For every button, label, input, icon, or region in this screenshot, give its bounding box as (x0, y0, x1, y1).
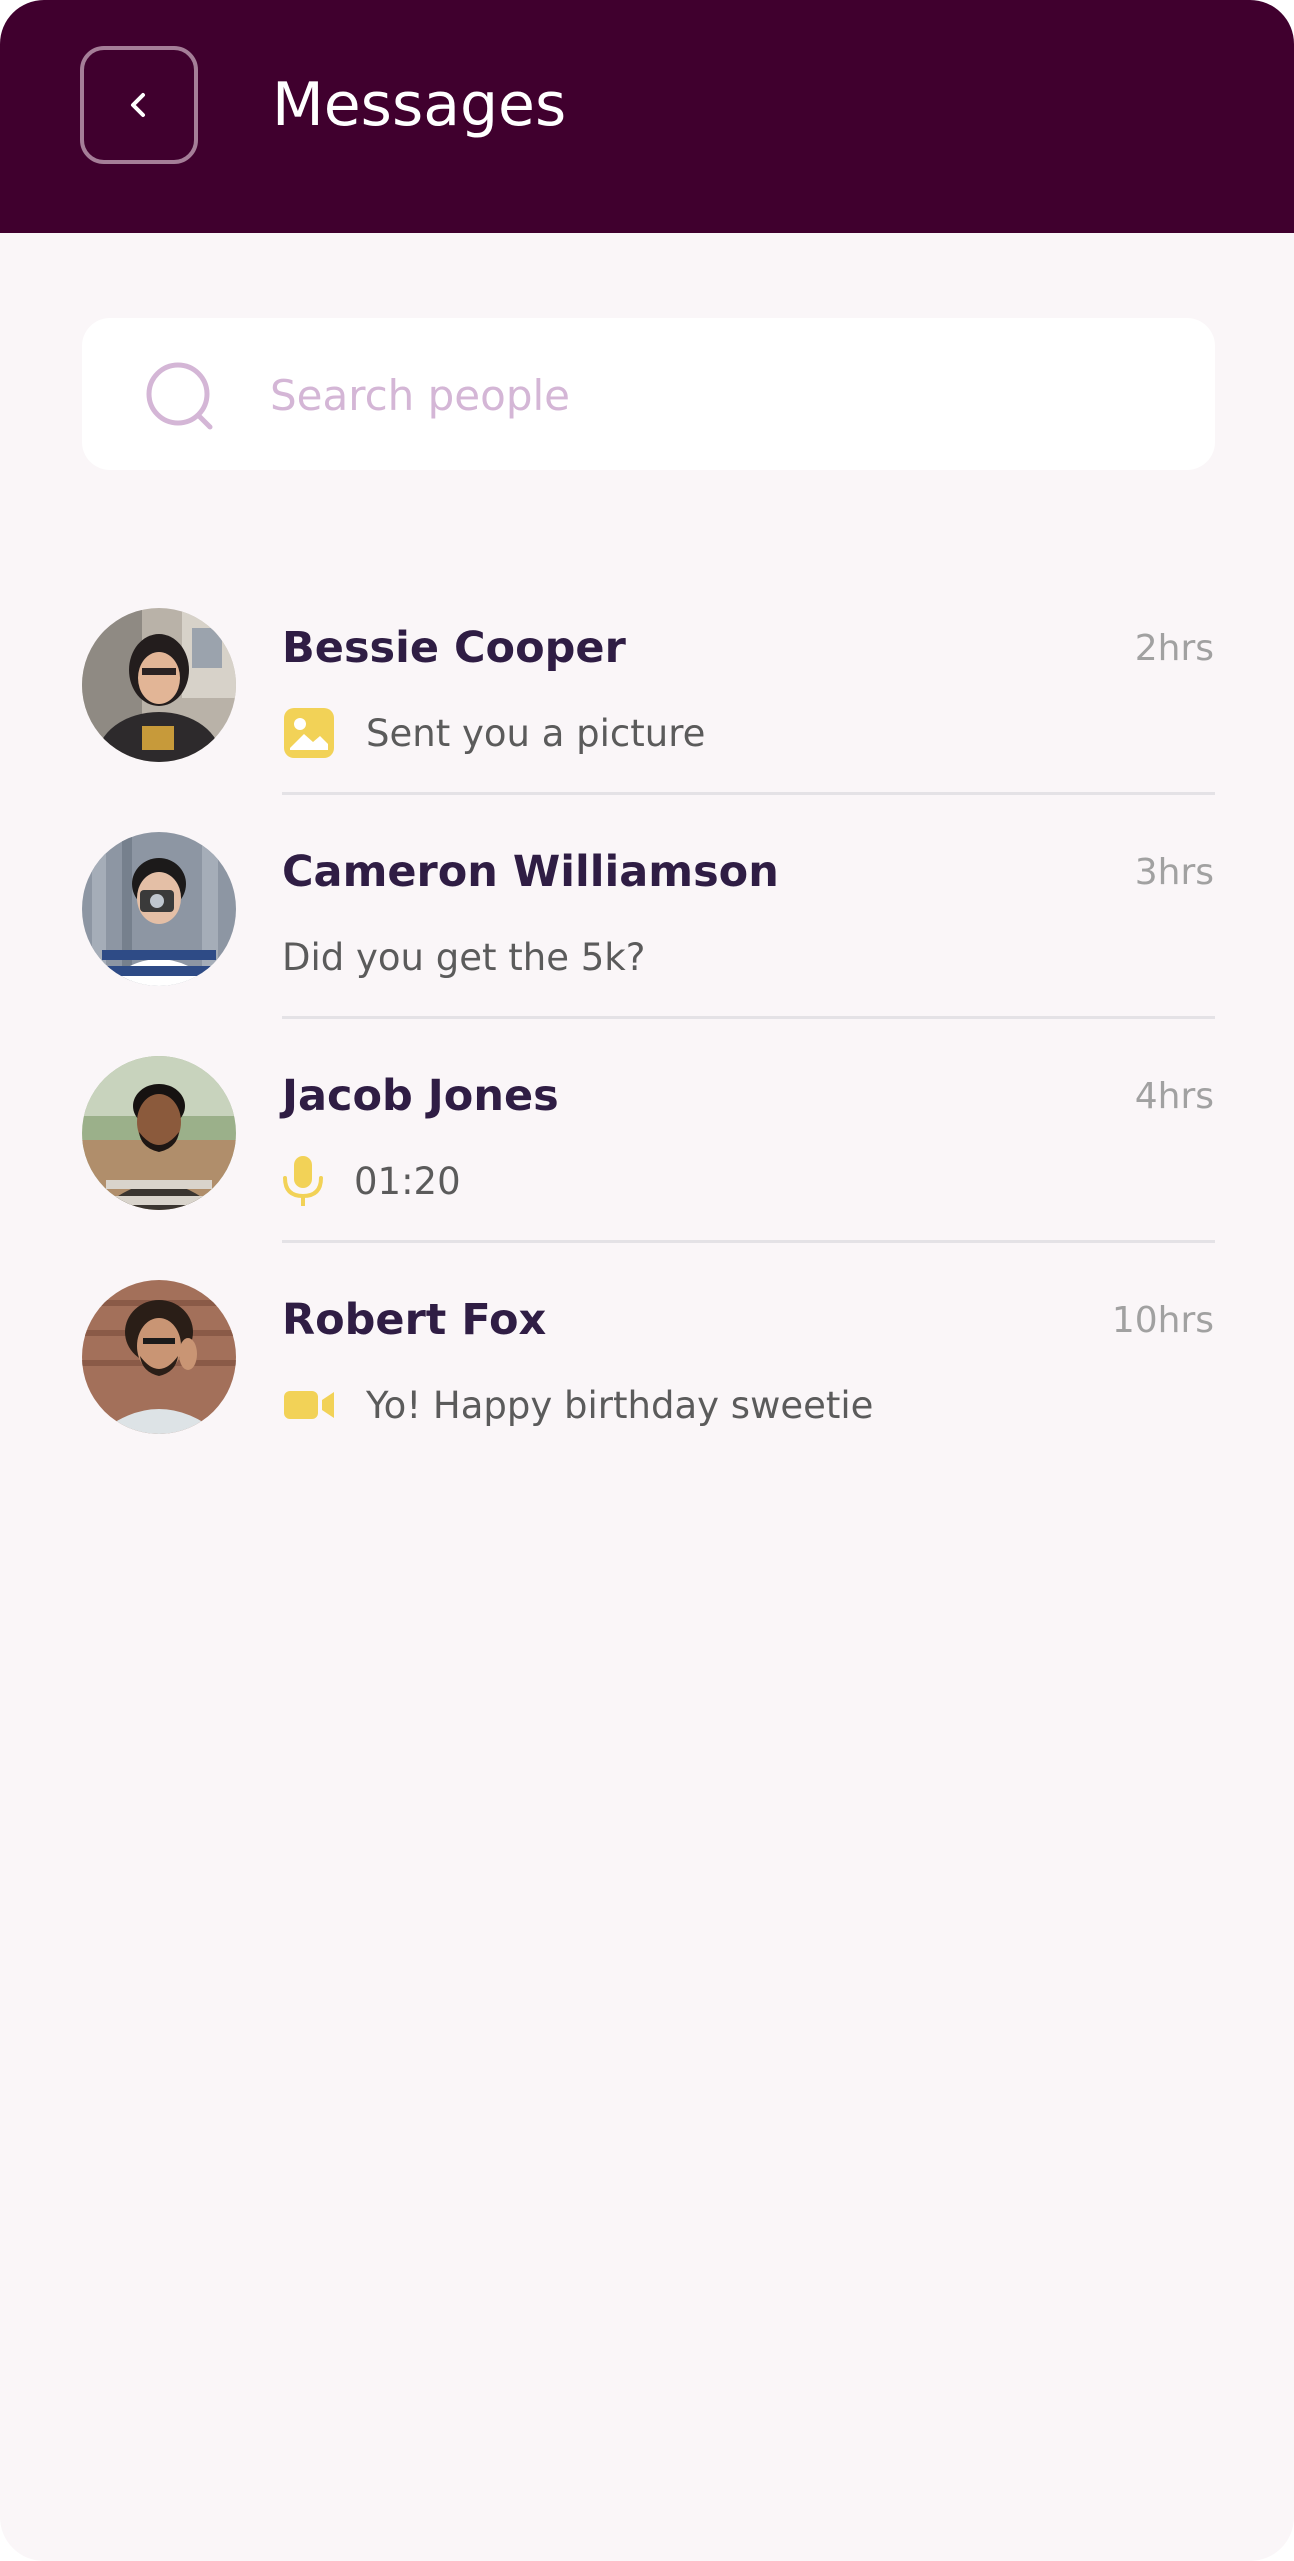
conversation-item-robert-fox[interactable]: Robert Fox 10hrs Yo! Happy birthday swee… (0, 1280, 1294, 1504)
message-preview: Sent you a picture (282, 696, 705, 770)
app-header: Messages (0, 0, 1294, 233)
message-preview-text: Yo! Happy birthday sweetie (366, 1383, 874, 1427)
contact-name: Robert Fox (282, 1295, 547, 1345)
image-icon (284, 708, 334, 758)
chevron-left-icon (131, 93, 145, 117)
message-preview: Did you get the 5k? (282, 920, 645, 994)
message-time: 3hrs (1134, 852, 1214, 893)
message-preview: 01:20 (282, 1144, 461, 1218)
divider (282, 792, 1215, 795)
page-title: Messages (272, 70, 567, 140)
avatar[interactable] (82, 832, 236, 986)
avatar[interactable] (82, 1280, 236, 1434)
contact-name: Jacob Jones (282, 1071, 559, 1121)
contact-name: Cameron Williamson (282, 847, 779, 897)
search-input[interactable] (268, 356, 1172, 434)
message-time: 4hrs (1134, 1076, 1214, 1117)
message-time: 10hrs (1111, 1300, 1214, 1341)
avatar[interactable] (82, 608, 236, 762)
divider (282, 1240, 1215, 1243)
divider (282, 1016, 1215, 1019)
search-bar[interactable] (82, 318, 1215, 470)
search-icon (146, 362, 213, 430)
message-time: 2hrs (1134, 628, 1214, 669)
conversation-item-jacob-jones[interactable]: Jacob Jones 4hrs 01:20 (0, 1056, 1294, 1280)
video-camera-icon (284, 1391, 334, 1419)
avatar[interactable] (82, 1056, 236, 1210)
back-button[interactable] (80, 46, 198, 164)
conversation-item-bessie-cooper[interactable]: Bessie Cooper 2hrs Sent you a picture (0, 608, 1294, 832)
microphone-icon (283, 1156, 323, 1206)
conversation-item-cameron-williamson[interactable]: Cameron Williamson 3hrs Did you get the … (0, 832, 1294, 1056)
message-preview-text: 01:20 (354, 1159, 461, 1203)
message-preview-text: Did you get the 5k? (282, 935, 646, 979)
message-preview-text: Sent you a picture (366, 711, 706, 755)
messages-screen: Messages Bessie Cooper 2hrs (0, 0, 1294, 2561)
message-preview: Yo! Happy birthday sweetie (282, 1368, 873, 1442)
contact-name: Bessie Cooper (282, 623, 626, 673)
